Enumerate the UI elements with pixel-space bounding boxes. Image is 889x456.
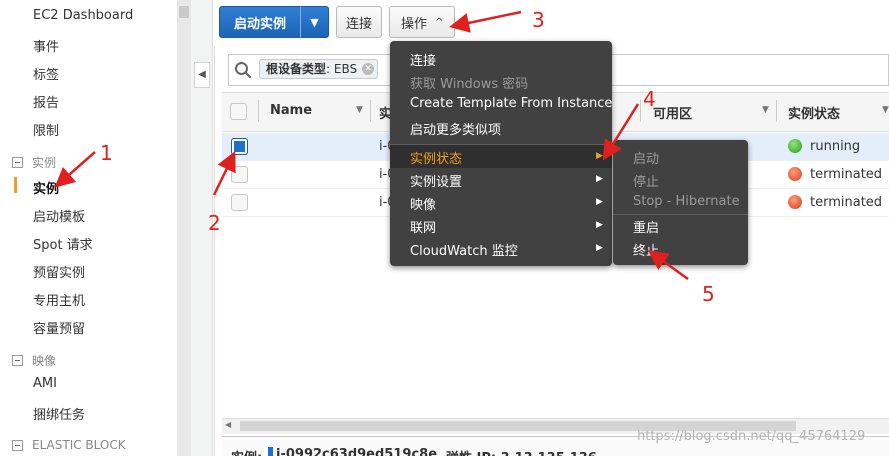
- watermark: https://blog.csdn.net/qq_45764129: [637, 429, 866, 444]
- row-checkbox[interactable]: [231, 194, 248, 211]
- actions-menu: 连接 获取 Windows 密码 Create Template From In…: [390, 41, 612, 266]
- sidebar-item-dedicated-hosts[interactable]: 专用主机: [33, 290, 85, 309]
- sidebar-item-ami[interactable]: AMI: [33, 376, 57, 391]
- column-separator: [640, 100, 641, 122]
- menu-item-terminate[interactable]: 终止: [633, 240, 659, 259]
- sidebar-scrollbar-thumb[interactable]: [179, 6, 189, 18]
- detail-elastic-ip: 弹性 IP: 3.13.135.136: [446, 447, 597, 456]
- menu-item-networking[interactable]: 联网: [410, 217, 436, 236]
- sidebar-group-ebs[interactable]: ELASTIC BLOCK: [12, 438, 126, 452]
- instance-state-cell: terminated: [810, 167, 883, 182]
- scroll-left-icon[interactable]: ◀: [225, 420, 231, 429]
- filter-token-key: 根设备类型: [266, 62, 327, 76]
- row-checkbox[interactable]: [231, 166, 248, 183]
- sort-caret-icon[interactable]: ▼: [762, 105, 769, 115]
- menu-item-image[interactable]: 映像: [410, 194, 436, 213]
- annotation-number-5: 5: [702, 282, 715, 306]
- menu-item-instance-state[interactable]: 实例状态: [410, 148, 462, 167]
- collapse-minus-icon: [12, 157, 23, 168]
- filter-token-value: : EBS: [326, 62, 358, 76]
- sidebar-item-instances[interactable]: 实例: [33, 178, 59, 197]
- sidebar-item-tags[interactable]: 标签: [33, 64, 59, 83]
- running-status-icon: [788, 139, 802, 153]
- sidebar-group-instances[interactable]: 实例: [12, 154, 56, 171]
- menu-item-connect[interactable]: 连接: [410, 50, 436, 69]
- menu-item-stop: 停止: [633, 175, 660, 190]
- menu-item-reboot[interactable]: 重启: [633, 217, 659, 236]
- sidebar-scrollbar[interactable]: [177, 0, 191, 456]
- submenu-arrow-icon: ▶: [596, 197, 603, 207]
- column-header-name[interactable]: Name: [270, 103, 312, 118]
- filter-token[interactable]: 根设备类型: EBS ✕: [259, 59, 379, 79]
- sidebar-group-images[interactable]: 映像: [12, 352, 56, 369]
- sidebar: EC2 Dashboard 事件 标签 报告 限制 实例 实例 启动模板 Spo…: [0, 0, 177, 456]
- launch-instance-dropdown-button[interactable]: ▼: [300, 6, 329, 38]
- detail-instance-id: i-0992c63d9ed519c8e: [276, 447, 438, 456]
- menu-item-instance-settings[interactable]: 实例设置: [410, 171, 462, 190]
- menu-item-create-template[interactable]: Create Template From Instance: [410, 96, 612, 111]
- menu-item-launch-more-like-this[interactable]: 启动更多类似项: [410, 119, 501, 138]
- actions-button-label: 操作: [401, 16, 428, 32]
- submenu-arrow-icon: ▶: [596, 174, 603, 184]
- sidebar-group-label: ELASTIC BLOCK: [32, 438, 126, 452]
- actions-button[interactable]: 操作 ^: [389, 6, 455, 38]
- sidebar-item-capacity-reservations[interactable]: 容量预留: [33, 318, 85, 337]
- annotation-number-2: 2: [208, 211, 221, 235]
- sidebar-item-spot-requests[interactable]: Spot 请求: [33, 234, 93, 253]
- column-separator: [370, 100, 371, 122]
- column-header-instance-state[interactable]: 实例状态: [788, 103, 840, 122]
- terminated-status-icon: [788, 195, 802, 209]
- annotation-number-4: 4: [643, 87, 656, 111]
- row-checkbox[interactable]: [231, 138, 248, 155]
- annotation-number-3: 3: [532, 8, 545, 32]
- menu-item-cloudwatch[interactable]: CloudWatch 监控: [410, 240, 518, 259]
- instance-state-cell: terminated: [810, 195, 883, 210]
- chevron-up-icon: ^: [435, 16, 444, 28]
- launch-instance-button[interactable]: 启动实例: [219, 6, 301, 38]
- caret-down-icon: ▼: [310, 15, 319, 29]
- ec2-console: EC2 Dashboard 事件 标签 报告 限制 实例 实例 启动模板 Spo…: [0, 0, 889, 456]
- sidebar-item-bundle-tasks[interactable]: 捆绑任务: [33, 404, 85, 423]
- sidebar-item-reports[interactable]: 报告: [33, 92, 59, 111]
- menu-item-start: 启动: [633, 152, 660, 167]
- remove-filter-icon[interactable]: ✕: [362, 63, 375, 75]
- select-all-checkbox[interactable]: [230, 103, 247, 120]
- sidebar-item-limits[interactable]: 限制: [33, 120, 59, 139]
- sidebar-item-launch-templates[interactable]: 启动模板: [33, 206, 85, 225]
- terminated-status-icon: [788, 167, 802, 181]
- menu-separator: [613, 214, 748, 215]
- instance-state-menu: 启动 停止 Stop - Hibernate 重启 终止: [613, 140, 748, 265]
- collapse-minus-icon: [12, 355, 23, 366]
- column-separator: [776, 100, 777, 122]
- sort-caret-icon[interactable]: ▼: [882, 105, 889, 115]
- instance-state-cell: running: [810, 139, 861, 154]
- submenu-arrow-icon: ▶: [596, 243, 603, 253]
- collapse-sidebar-button[interactable]: ◀: [194, 62, 210, 88]
- detail-instance-label: 实例:: [231, 447, 262, 456]
- menu-item-stop-hibernate: Stop - Hibernate: [633, 194, 740, 209]
- annotation-number-1: 1: [100, 141, 113, 165]
- submenu-arrow-icon: ▶: [596, 151, 603, 161]
- detail-marker: [268, 447, 273, 456]
- sidebar-item-ec2-dashboard[interactable]: EC2 Dashboard: [33, 8, 133, 23]
- sidebar-item-reserved-instances[interactable]: 预留实例: [33, 262, 85, 281]
- column-separator: [258, 100, 259, 122]
- sidebar-group-label: 映像: [32, 354, 57, 368]
- sidebar-group-label: 实例: [32, 156, 57, 170]
- collapse-minus-icon: [12, 439, 23, 451]
- sidebar-item-events[interactable]: 事件: [33, 36, 59, 55]
- connect-button[interactable]: 连接: [336, 6, 382, 38]
- search-icon: [235, 62, 252, 79]
- chevron-left-icon: ◀: [198, 69, 206, 80]
- active-indicator: [14, 177, 17, 193]
- column-header-availability-zone[interactable]: 可用区: [653, 103, 692, 122]
- submenu-arrow-icon: ▶: [596, 220, 603, 230]
- menu-item-get-windows-password: 获取 Windows 密码: [410, 77, 529, 92]
- sort-caret-icon[interactable]: ▼: [356, 105, 363, 115]
